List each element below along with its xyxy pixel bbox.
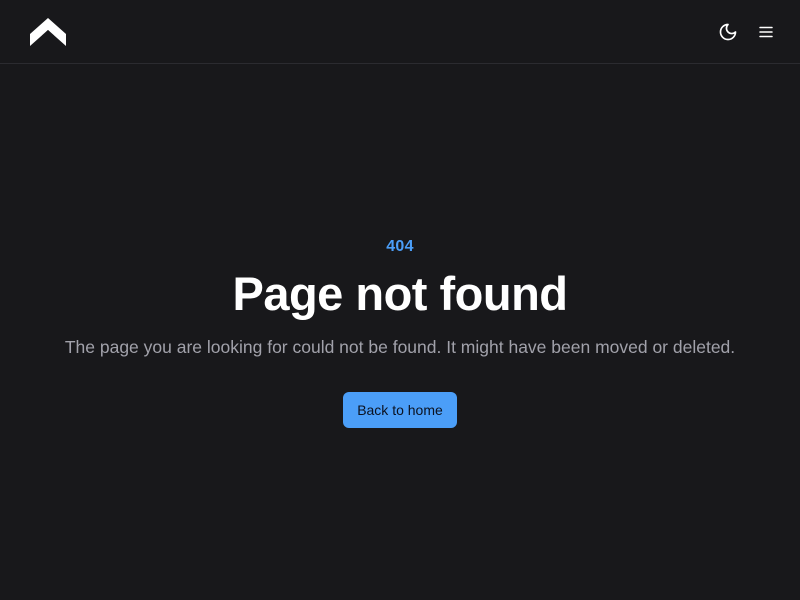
menu-button[interactable] (754, 20, 778, 44)
main-content: 404 Page not found The page you are look… (0, 64, 800, 600)
error-description: The page you are looking for could not b… (64, 337, 736, 357)
back-to-home-button[interactable]: Back to home (343, 392, 457, 428)
top-header (0, 0, 800, 64)
theme-toggle-button[interactable] (716, 20, 740, 44)
error-code: 404 (386, 238, 414, 255)
moon-icon (719, 23, 737, 41)
hamburger-menu-icon (759, 26, 773, 38)
page-title: Page not found (232, 267, 568, 320)
mountain-logo-icon[interactable] (30, 18, 66, 46)
